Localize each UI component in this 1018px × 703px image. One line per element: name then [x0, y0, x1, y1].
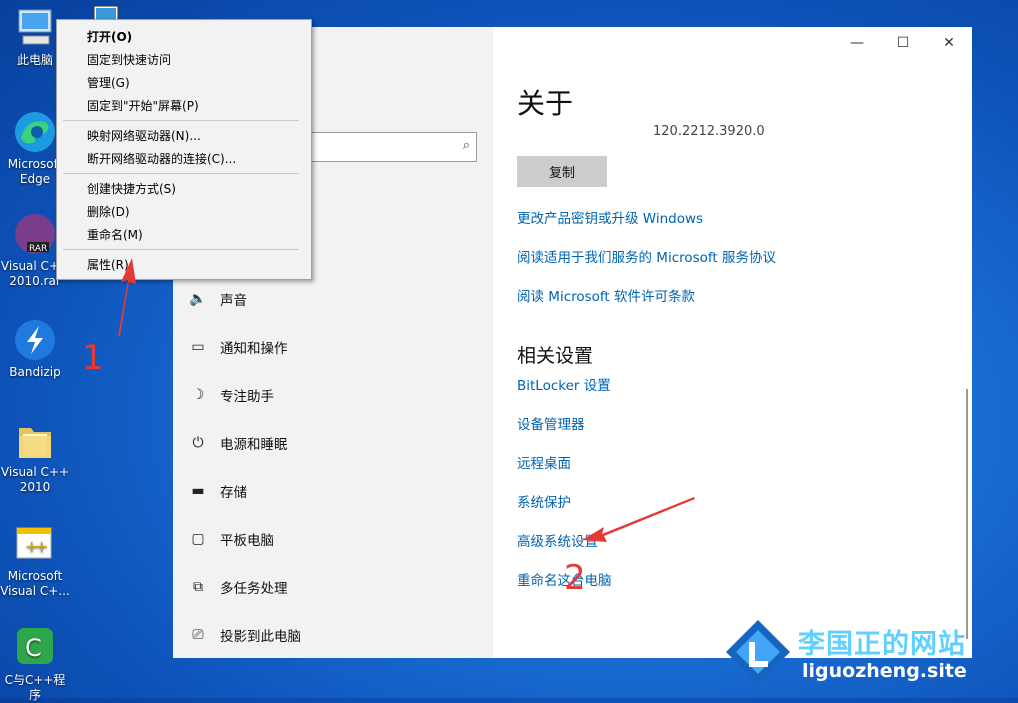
watermark-logo: 李国正的网站 liguozheng.site — [718, 612, 1018, 698]
annotation-number-1: 1 — [82, 338, 104, 378]
arrow-2 — [582, 497, 695, 542]
annotation-arrows — [118, 258, 695, 542]
watermark-url: liguozheng.site — [802, 660, 967, 682]
watermark-title: 李国正的网站 — [798, 629, 966, 660]
arrow-1 — [118, 258, 136, 336]
logo-l-icon — [726, 620, 790, 684]
annotation-number-2: 2 — [564, 558, 586, 598]
